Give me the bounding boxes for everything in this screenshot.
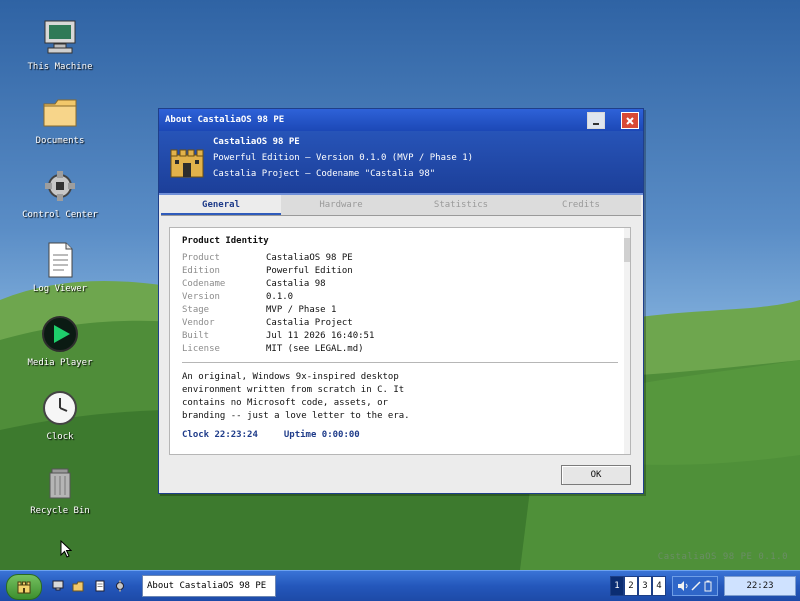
workspace-3-button[interactable]: 3 <box>638 576 652 596</box>
speaker-icon[interactable] <box>677 580 689 592</box>
workspace-4-button[interactable]: 4 <box>652 576 666 596</box>
network-icon[interactable] <box>691 581 701 591</box>
field-value: MVP / Phase 1 <box>266 305 337 315</box>
about-tabs: General Hardware Statistics Credits <box>161 195 641 216</box>
field-value: CastaliaOS 98 PE <box>266 253 353 263</box>
field-value: 0.1.0 <box>266 292 294 302</box>
field-key: Edition <box>182 266 220 276</box>
castle-start-icon <box>17 581 31 594</box>
field-value: Powerful Edition <box>266 266 353 276</box>
desktop: CastaliaOS 98 PE 0.1.0 This Machine Docu… <box>0 0 800 570</box>
desktop-icon-label: Recycle Bin <box>30 506 90 516</box>
battery-icon[interactable] <box>703 580 713 592</box>
field-key: License <box>182 344 220 354</box>
media-play-icon <box>42 316 78 352</box>
panel-scroll-thumb[interactable] <box>624 238 630 262</box>
document-icon[interactable] <box>94 580 106 592</box>
desktop-icon-label: Media Player <box>27 358 93 368</box>
description-line: contains no Microsoft code, assets, or <box>182 398 388 408</box>
castle-logo-icon <box>170 149 204 178</box>
header-product-name: CastaliaOS 98 PE <box>213 137 300 147</box>
workspace-2-button[interactable]: 2 <box>624 576 638 596</box>
description-line: An original, Windows 9x-inspired desktop <box>182 372 399 382</box>
field-row: Codename Castalia 98 <box>182 278 618 291</box>
start-button[interactable] <box>6 574 42 600</box>
tab-hardware[interactable]: Hardware <box>281 195 401 215</box>
field-key: Stage <box>182 305 210 315</box>
uptime-readout: Uptime 0:00:00 <box>283 430 360 440</box>
computer-icon <box>44 20 76 54</box>
desktop-icon-label: Control Center <box>22 210 98 220</box>
minimize-icon <box>593 122 599 125</box>
window-titlebar[interactable]: About CastaliaOS 98 PE <box>159 109 643 131</box>
field-row: Edition Powerful Edition <box>182 265 618 278</box>
description-line: branding -- just a love letter to the er… <box>182 411 410 421</box>
section-title: Product Identity <box>182 236 269 246</box>
close-button[interactable] <box>621 112 639 129</box>
tab-credits[interactable]: Credits <box>521 195 641 215</box>
field-key: Product <box>182 253 220 263</box>
trash-icon <box>49 468 71 499</box>
field-key: Built <box>182 331 210 341</box>
field-key: Vendor <box>182 318 215 328</box>
desktop-icon-label: This Machine <box>27 62 93 72</box>
desktop-icon-label: Log Viewer <box>32 284 88 294</box>
window-title: About CastaliaOS 98 PE <box>165 115 285 125</box>
field-row: Stage MVP / Phase 1 <box>182 304 618 317</box>
field-value: Jul 11 2026 16:40:51 <box>266 331 375 341</box>
desktop-icon-recycle-bin[interactable]: Recycle Bin <box>15 462 105 516</box>
field-row: Version 0.1.0 <box>182 291 618 304</box>
about-header: CastaliaOS 98 PE Powerful Edition – Vers… <box>159 131 643 195</box>
tab-general[interactable]: General <box>161 195 281 215</box>
desktop-icon-control-center[interactable]: Control Center <box>15 166 105 220</box>
field-key: Version <box>182 292 220 302</box>
folder-icon <box>43 99 77 127</box>
workspace-1-button[interactable]: 1 <box>610 576 624 596</box>
gear-icon[interactable] <box>114 580 126 592</box>
field-value: MIT (see LEGAL.md) <box>266 344 364 354</box>
taskbar: About CastaliaOS 98 PE 1 2 3 4 22:23 <box>0 570 800 601</box>
field-row: License MIT (see LEGAL.md) <box>182 343 618 356</box>
field-key: Codename <box>182 279 226 289</box>
field-row: Built Jul 11 2026 16:40:51 <box>182 330 618 343</box>
mouse-cursor-icon <box>60 540 72 558</box>
desktop-icon-clock[interactable]: Clock <box>15 388 105 442</box>
taskbar-item-about[interactable]: About CastaliaOS 98 PE <box>142 575 276 597</box>
ok-button[interactable]: OK <box>561 465 631 485</box>
gear-icon <box>45 171 75 201</box>
tab-statistics[interactable]: Statistics <box>401 195 521 215</box>
clock-readout: Clock 22:23:24 <box>182 430 258 440</box>
taskbar-clock[interactable]: 22:23 <box>724 576 796 596</box>
field-row: Product CastaliaOS 98 PE <box>182 252 618 265</box>
desktop-icon-log-viewer[interactable]: Log Viewer <box>15 240 105 294</box>
desktop-icon-documents[interactable]: Documents <box>15 92 105 146</box>
document-icon <box>48 242 73 278</box>
field-row: Vendor Castalia Project <box>182 317 618 330</box>
computer-icon[interactable] <box>52 580 64 592</box>
description: An original, Windows 9x-inspired desktop… <box>182 371 618 423</box>
header-project-line: Castalia Project – Codename "Castalia 98… <box>213 169 436 179</box>
field-value: Castalia 98 <box>266 279 326 289</box>
system-tray <box>672 576 718 596</box>
divider <box>182 362 618 363</box>
header-version-line: Powerful Edition – Version 0.1.0 (MVP / … <box>213 153 474 163</box>
clock-icon <box>43 391 77 425</box>
desktop-icon-media-player[interactable]: Media Player <box>15 314 105 368</box>
general-panel-content: Product Identity Product CastaliaOS 98 PE… <box>182 236 618 440</box>
field-value: Castalia Project <box>266 318 353 328</box>
desktop-watermark: CastaliaOS 98 PE 0.1.0 <box>657 552 788 562</box>
desktop-icon-this-machine[interactable]: This Machine <box>15 18 105 72</box>
folder-icon[interactable] <box>72 580 84 592</box>
general-panel: Product Identity Product CastaliaOS 98 PE… <box>169 227 631 455</box>
description-line: environment written from scratch in C. I… <box>182 385 405 395</box>
minimize-button[interactable] <box>587 112 605 129</box>
about-window: About CastaliaOS 98 PE CastaliaOS 98 PE … <box>158 108 644 494</box>
status-line: Clock 22:23:24 Uptime 0:00:00 <box>182 430 618 440</box>
desktop-icon-label: Clock <box>46 432 74 442</box>
desktop-icon-label: Documents <box>35 136 85 146</box>
close-icon <box>626 116 634 125</box>
